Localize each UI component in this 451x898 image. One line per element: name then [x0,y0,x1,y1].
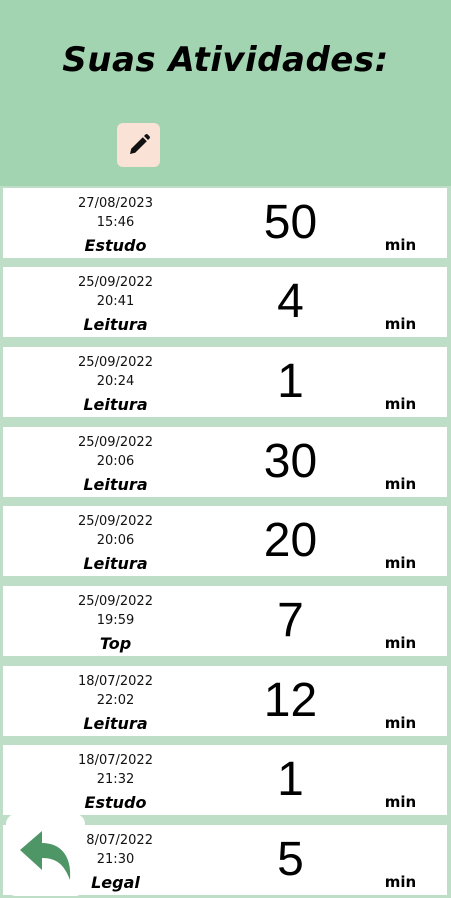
activity-item[interactable]: 18/07/2022 22:02 Leitura 12 min [3,666,447,736]
activity-type: Top [99,634,132,653]
activity-time: 20:06 [96,533,135,548]
activity-unit: min [384,634,417,652]
activity-unit: min [384,714,417,732]
back-arrow-icon [19,831,70,880]
activity-minutes: 1 [277,753,304,806]
page-title: Suas Atividades: [62,40,389,80]
activity-time: 15:46 [96,215,135,230]
activity-time: 20:06 [96,454,135,469]
activity-time: 20:41 [96,294,135,309]
activity-item[interactable]: 18/07/2022 21:32 Estudo 1 min [3,745,447,815]
activity-unit: min [384,315,417,333]
activity-minutes: 7 [277,594,304,647]
activity-type: Estudo [84,236,147,255]
activity-date: 25/09/2022 [78,355,153,370]
activity-date: 25/09/2022 [78,514,153,529]
activity-type: Leitura [83,315,148,334]
activity-time: 19:59 [96,613,135,628]
activity-date: 18/07/2022 [78,753,153,768]
activity-minutes: 30 [263,435,318,488]
activity-time: 21:32 [96,772,135,787]
activity-date: 27/08/2023 [78,196,153,211]
activity-list[interactable]: 27/08/2023 15:46 Estudo 50 min 25/09/202… [0,186,451,898]
activity-unit: min [384,873,417,891]
activity-minutes: 5 [277,833,304,886]
activity-type: Leitura [83,714,148,733]
activity-unit: min [384,554,417,572]
activity-unit: min [384,236,417,254]
activity-minutes: 1 [277,355,304,408]
activity-item[interactable]: 27/08/2023 15:46 Estudo 50 min [3,188,447,258]
activity-date: 25/09/2022 [78,275,153,290]
activity-minutes: 50 [263,196,318,249]
activity-item[interactable]: 25/09/2022 20:24 Leitura 1 min [3,347,447,417]
activity-minutes: 4 [277,275,304,328]
activity-item[interactable]: 25/09/2022 20:41 Leitura 4 min [3,267,447,337]
activity-date: 18/07/2022 [78,674,153,689]
activity-date: 25/09/2022 [78,435,153,450]
activity-time: 22:02 [96,693,135,708]
activity-date: 25/09/2022 [78,594,153,609]
activity-type: Leitura [83,554,148,573]
activity-item[interactable]: 25/09/2022 19:59 Top 7 min [3,586,447,656]
activity-type: Estudo [84,793,147,812]
activity-time: 20:24 [96,374,135,389]
activity-item[interactable]: 25/09/2022 20:06 Leitura 20 min [3,506,447,576]
activity-type: Leitura [83,475,148,494]
activity-item[interactable]: 25/09/2022 20:06 Leitura 30 min [3,427,447,497]
back-button[interactable] [6,814,85,896]
activity-unit: min [384,793,417,811]
activity-minutes: 12 [263,674,318,727]
activity-unit: min [384,395,417,413]
activity-minutes: 20 [263,514,318,567]
edit-button[interactable] [117,123,160,167]
activity-type: Leitura [83,395,148,414]
activity-unit: min [384,475,417,493]
pencil-icon [129,134,150,154]
